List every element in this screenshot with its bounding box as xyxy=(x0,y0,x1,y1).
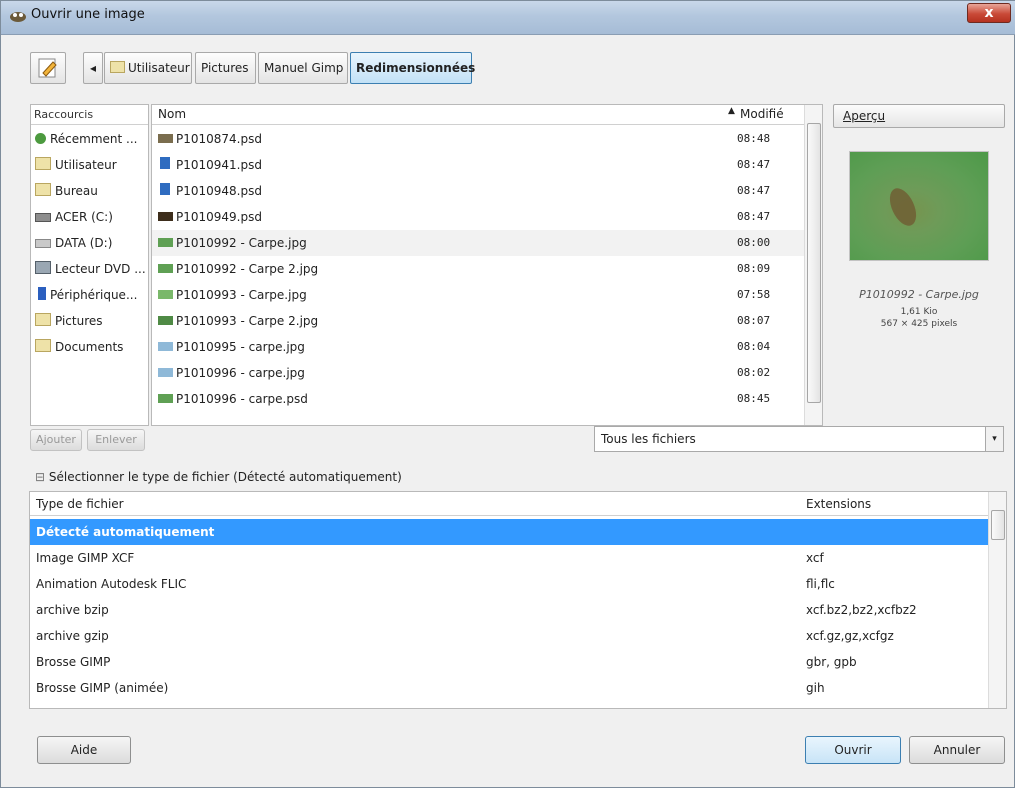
file-row[interactable]: P1010995 - carpe.jpg 08:04 xyxy=(152,334,804,360)
file-list-header: Nom ▲ Modifié xyxy=(152,105,804,125)
file-type-table: Type de fichier Extensions Détecté autom… xyxy=(29,491,1007,709)
place-recent[interactable]: Récemment ... xyxy=(31,126,148,152)
file-list-scrollbar[interactable] xyxy=(804,105,822,425)
file-row-selected[interactable]: P1010992 - Carpe.jpg 08:00 xyxy=(152,230,804,256)
drive-icon xyxy=(35,213,51,222)
folder-icon xyxy=(110,61,125,73)
folder-icon xyxy=(35,313,51,326)
file-type-row[interactable]: Brosse GIMP (animée) gih xyxy=(30,675,988,701)
image-thumbnail-icon xyxy=(158,316,173,325)
file-type-row[interactable]: archive gzip xcf.gz,gz,xcfgz xyxy=(30,623,988,649)
column-header-modified[interactable]: Modifié xyxy=(740,107,784,121)
sort-up-icon: ▲ xyxy=(728,106,735,116)
edit-location-button[interactable] xyxy=(30,52,66,84)
remove-bookmark-button[interactable]: Enlever xyxy=(87,429,145,451)
column-header-extensions[interactable]: Extensions xyxy=(806,492,871,516)
preview-image xyxy=(849,151,989,261)
collapse-icon: ⊟ xyxy=(35,470,46,484)
file-row[interactable]: P1010941.psd 08:47 xyxy=(152,152,804,178)
file-row[interactable]: P1010992 - Carpe 2.jpg 08:09 xyxy=(152,256,804,282)
folder-icon xyxy=(35,157,51,170)
folder-icon xyxy=(35,183,51,196)
file-type-row[interactable]: Image GIMP XCF xcf xyxy=(30,545,988,571)
file-row[interactable]: P1010996 - carpe.psd 08:45 xyxy=(152,386,804,412)
open-image-dialog: Ouvrir une image x ◂ Utilisateur Picture… xyxy=(0,0,1015,788)
file-row[interactable]: P1010949.psd 08:47 xyxy=(152,204,804,230)
folder-icon xyxy=(35,339,51,352)
file-filter-select[interactable]: Tous les fichiers ▾ xyxy=(594,426,1004,452)
preview-dimensions: 567 × 425 pixels xyxy=(880,319,958,329)
image-thumbnail-icon xyxy=(158,264,173,273)
open-button[interactable]: Ouvrir xyxy=(805,736,901,764)
file-type-row[interactable]: Brosse GIMP gbr, gpb xyxy=(30,649,988,675)
close-button[interactable]: x xyxy=(967,3,1011,23)
place-bureau[interactable]: Bureau xyxy=(31,178,148,204)
recent-icon xyxy=(35,133,46,144)
path-back-button[interactable]: ◂ xyxy=(83,52,103,84)
places-header[interactable]: Raccourcis xyxy=(31,105,148,125)
cancel-button[interactable]: Annuler xyxy=(909,736,1005,764)
image-thumbnail-icon xyxy=(158,342,173,351)
image-thumbnail-icon xyxy=(158,212,173,221)
column-header-name[interactable]: Nom xyxy=(158,107,186,121)
path-button-manuel-gimp[interactable]: Manuel Gimp xyxy=(258,52,348,84)
file-row[interactable]: P1010948.psd 08:47 xyxy=(152,178,804,204)
place-data-d[interactable]: DATA (D:) xyxy=(31,230,148,256)
dvd-icon xyxy=(35,261,51,274)
file-type-row[interactable]: Animation Autodesk FLIC fli,flc xyxy=(30,571,988,597)
psd-file-icon xyxy=(160,183,170,195)
image-thumbnail-icon xyxy=(158,290,173,299)
place-device[interactable]: Périphérique... xyxy=(31,282,148,308)
preview-size: 1,61 Kio xyxy=(900,307,938,317)
place-utilisateur[interactable]: Utilisateur xyxy=(31,152,148,178)
path-button-redimensionnees[interactable]: Redimensionnées xyxy=(350,52,475,84)
help-button[interactable]: Aide xyxy=(37,736,131,764)
psd-file-icon xyxy=(160,157,170,169)
file-type-row[interactable]: archive bzip xcf.bz2,bz2,xcfbz2 xyxy=(30,597,988,623)
column-header-type[interactable]: Type de fichier xyxy=(36,497,124,511)
drive-icon xyxy=(35,239,51,248)
back-arrow-icon: ◂ xyxy=(89,61,97,75)
device-icon xyxy=(38,287,46,300)
image-thumbnail-icon xyxy=(158,238,173,247)
preview-filename: P1010992 - Carpe.jpg xyxy=(859,288,979,301)
file-type-scrollbar[interactable] xyxy=(988,492,1006,708)
file-type-header: Type de fichier Extensions xyxy=(30,492,988,516)
window-title: Ouvrir une image xyxy=(31,7,145,22)
image-thumbnail-icon xyxy=(158,368,173,377)
add-bookmark-button[interactable]: Ajouter xyxy=(30,429,82,451)
preview-button[interactable]: Aperçu xyxy=(833,104,1005,128)
scrollbar-thumb[interactable] xyxy=(991,510,1005,540)
file-row[interactable]: P1010996 - carpe.jpg 08:02 xyxy=(152,360,804,386)
places-panel: Raccourcis Récemment ... Utilisateur Bur… xyxy=(30,104,149,426)
pencil-note-icon xyxy=(38,58,57,78)
place-dvd[interactable]: Lecteur DVD ... xyxy=(31,256,148,282)
path-button-utilisateur[interactable]: Utilisateur xyxy=(104,52,192,84)
place-documents[interactable]: Documents xyxy=(31,334,148,360)
file-list: Nom ▲ Modifié P1010874.psd 08:48 P101094… xyxy=(151,104,823,426)
file-filter-value: Tous les fichiers xyxy=(601,432,696,446)
file-type-row-selected[interactable]: Détecté automatiquement xyxy=(30,519,988,545)
place-acer-c[interactable]: ACER (C:) xyxy=(31,204,148,230)
carp-fish-shape xyxy=(884,184,922,230)
place-pictures[interactable]: Pictures xyxy=(31,308,148,334)
chevron-down-icon: ▾ xyxy=(985,427,1003,451)
file-type-expander[interactable]: ⊟ Sélectionner le type de fichier (Détec… xyxy=(35,470,402,484)
path-button-pictures[interactable]: Pictures xyxy=(195,52,256,84)
image-thumbnail-icon xyxy=(158,134,173,143)
title-bar: Ouvrir une image x xyxy=(1,1,1015,35)
scrollbar-thumb[interactable] xyxy=(807,123,821,403)
file-row[interactable]: P1010874.psd 08:48 xyxy=(152,126,804,152)
file-row[interactable]: P1010993 - Carpe.jpg 07:58 xyxy=(152,282,804,308)
file-row[interactable]: P1010993 - Carpe 2.jpg 08:07 xyxy=(152,308,804,334)
gimp-icon xyxy=(9,9,27,23)
image-thumbnail-icon xyxy=(158,394,173,403)
